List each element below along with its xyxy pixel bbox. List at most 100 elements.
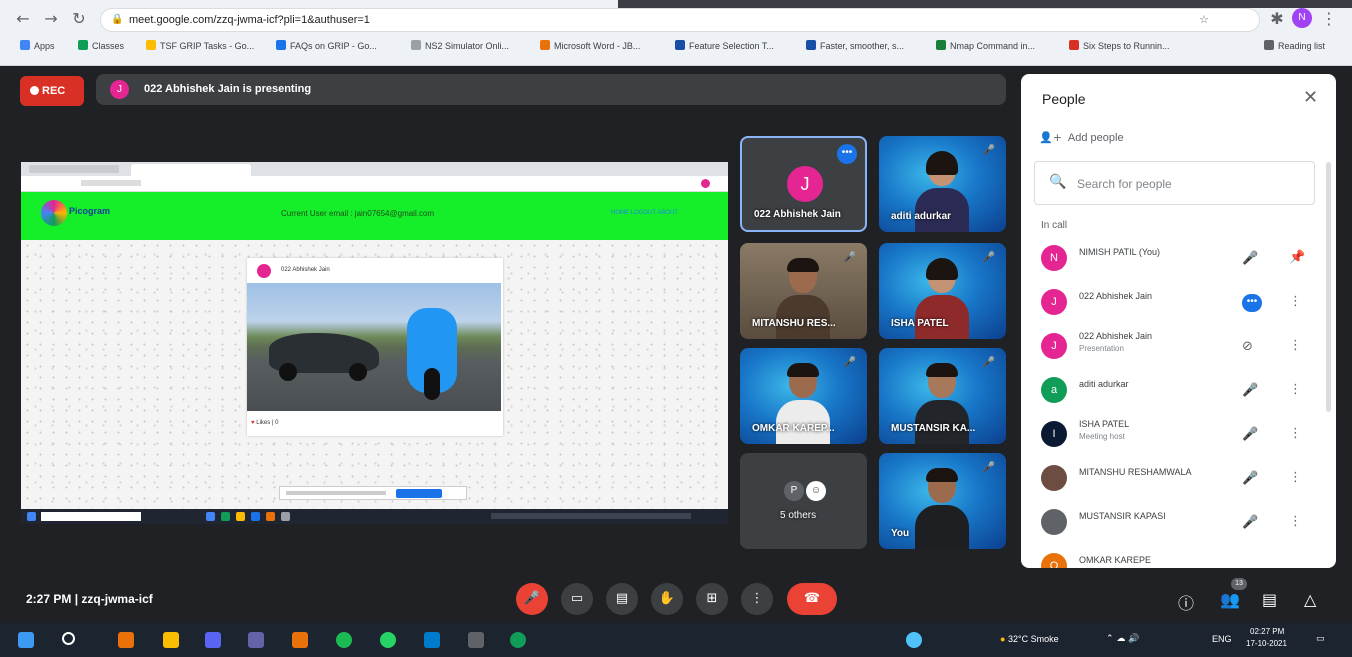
more-options-button[interactable]: ⋮ [741, 583, 773, 615]
whatsapp-icon[interactable] [380, 632, 396, 648]
bookmark-item[interactable]: TSF GRIP Tasks - Go... [146, 40, 254, 51]
mic-off-icon: 🎤 [982, 252, 996, 263]
vscode-icon[interactable] [424, 632, 440, 648]
notification-icon[interactable]: ▭ [1316, 634, 1325, 644]
list-item[interactable]: O OMKAR KAREPE [1021, 545, 1321, 568]
people-panel: People ✕ 👤+ Add people 🔍 Search for peopl… [1021, 74, 1336, 568]
file-explorer-icon[interactable] [163, 632, 179, 648]
raise-hand-button[interactable]: ✋ [651, 583, 683, 615]
person-name: MUSTANSIR KAPASI [1079, 511, 1166, 521]
profile-avatar[interactable]: N [1292, 8, 1312, 28]
list-item[interactable]: J 022 Abhishek Jain Presentation ⊘ ⋮ [1021, 325, 1321, 369]
back-icon[interactable]: ← [14, 10, 32, 28]
bookmark-item[interactable]: Feature Selection T... [675, 40, 774, 51]
tile-self[interactable]: 🎤 You [879, 453, 1006, 549]
activities-icon[interactable]: △ [1304, 590, 1316, 609]
avatar: N [1041, 245, 1067, 271]
tray-time[interactable]: 02:27 PM [1250, 627, 1284, 636]
mic-off-icon: 🎤 [982, 357, 996, 368]
tray-icons[interactable]: ⌃ ☁ 🔊 [1106, 634, 1139, 644]
people-icon[interactable]: 👥 [1220, 590, 1240, 609]
tray-date[interactable]: 17-10-2021 [1246, 639, 1287, 648]
scrollbar[interactable] [1326, 162, 1331, 412]
stop-sharing-button [396, 489, 442, 498]
leave-call-button[interactable]: ☎ [787, 583, 837, 615]
shared-screen: Picogram Current User email : jain07654@… [21, 162, 728, 524]
list-item[interactable]: MUSTANSIR KAPASI 🎤 ⋮ [1021, 501, 1321, 545]
tile-name: MUSTANSIR KA... [891, 423, 976, 434]
more-options-icon[interactable]: ⋮ [1289, 514, 1302, 529]
tray-app-icon[interactable] [906, 632, 922, 648]
forward-icon[interactable]: → [42, 10, 60, 28]
bookmark-item[interactable]: NS2 Simulator Onli... [411, 40, 509, 51]
more-options-icon[interactable]: ⋮ [1289, 382, 1302, 397]
pin-icon[interactable]: 📌 [1289, 250, 1305, 265]
weather-widget[interactable]: ● 32°C Smoke [1000, 634, 1059, 644]
mic-off-icon: 🎤 [982, 145, 996, 156]
present-button[interactable]: ⊞ [696, 583, 728, 615]
discord-icon[interactable] [205, 632, 221, 648]
tile-name: MITANSHU RES... [752, 318, 836, 329]
language-indicator[interactable]: ENG [1212, 634, 1232, 644]
star-icon[interactable]: ☆ [1199, 13, 1209, 26]
tile-participant[interactable]: 🎤 OMKAR KAREP... [740, 348, 867, 444]
search-icon[interactable] [62, 632, 75, 645]
shared-taskbar [21, 509, 728, 524]
chat-icon[interactable]: ▤ [1262, 590, 1277, 609]
shared-url-bar [21, 176, 728, 192]
close-icon[interactable]: ✕ [1303, 87, 1318, 108]
spotify-icon[interactable] [336, 632, 352, 648]
add-people-button[interactable]: 👤+ Add people [1039, 131, 1124, 144]
address-bar[interactable]: 🔒 meet.google.com/zzq-jwma-icf?pli=1&aut… [100, 8, 1260, 32]
bookmark-item[interactable]: FAQs on GRIP - Go... [276, 40, 377, 51]
reading-list[interactable]: Reading list [1264, 40, 1325, 51]
bookmark-item[interactable]: Classes [78, 40, 124, 51]
terminal-icon[interactable] [468, 632, 484, 648]
tile-presenter[interactable]: ••• J 022 Abhishek Jain [740, 136, 867, 232]
more-options-icon[interactable]: ⋮ [1289, 470, 1302, 485]
sublime-icon[interactable] [292, 632, 308, 648]
tile-participant[interactable]: 🎤 aditi adurkar [879, 136, 1006, 232]
chrome-app-icon[interactable] [118, 632, 134, 648]
bookmark-item[interactable]: Faster, smoother, s... [806, 40, 904, 51]
info-icon[interactable]: ⓘ [1178, 590, 1194, 614]
browser-menu-icon[interactable]: ⋮ [1320, 10, 1338, 28]
car-graphic [269, 333, 379, 381]
bookmark-item[interactable]: Six Steps to Runnin... [1069, 40, 1170, 51]
list-item[interactable]: a aditi adurkar 🎤 ⋮ [1021, 369, 1321, 413]
bookmark-item[interactable]: Microsoft Word - JB... [540, 40, 640, 51]
extensions-icon[interactable]: ✱ [1268, 10, 1286, 28]
more-options-icon[interactable]: ••• [837, 144, 857, 164]
teams-icon[interactable] [248, 632, 264, 648]
more-options-icon[interactable]: ⋮ [1289, 294, 1302, 309]
sharing-notice [279, 486, 467, 500]
mic-toggle-button[interactable]: 🎤 [516, 583, 548, 615]
list-item[interactable]: N NIMISH PATIL (You) 🎤 📌 [1021, 237, 1321, 281]
edge-icon[interactable] [510, 632, 526, 648]
mic-off-icon: 🎤 [1242, 251, 1259, 266]
more-options-icon[interactable]: ⋮ [1289, 338, 1302, 353]
windows-start-icon[interactable] [18, 632, 34, 648]
bookmark-item[interactable]: Apps [20, 40, 55, 51]
tile-name: aditi adurkar [891, 211, 952, 222]
search-people-input[interactable]: 🔍 Search for people [1034, 161, 1315, 205]
tile-others[interactable]: P ☺ 5 others [740, 453, 867, 549]
list-item[interactable]: MITANSHU RESHAMWALA 🎤 ⋮ [1021, 457, 1321, 501]
shared-browser-tabs [21, 162, 728, 176]
reload-icon[interactable]: ↻ [70, 10, 88, 28]
mic-off-icon: 🎤 [1242, 427, 1259, 442]
list-item[interactable]: J 022 Abhishek Jain ••• ⋮ [1021, 281, 1321, 325]
list-item[interactable]: I ISHA PATEL Meeting host 🎤 ⋮ [1021, 413, 1321, 457]
tile-participant[interactable]: 🎤 MITANSHU RES... [740, 243, 867, 339]
bookmark-item[interactable]: Nmap Command in... [936, 40, 1035, 51]
captions-button[interactable]: ▤ [606, 583, 638, 615]
camera-toggle-button[interactable]: ▭ [561, 583, 593, 615]
person-name: ISHA PATEL [1079, 419, 1130, 429]
tile-participant[interactable]: 🎤 MUSTANSIR KA... [879, 348, 1006, 444]
others-avatar-photo: ☺ [806, 481, 826, 501]
presentation-banner: J 022 Abhishek Jain is presenting [96, 74, 1006, 105]
tile-participant[interactable]: 🎤 ISHA PATEL [879, 243, 1006, 339]
tile-name: ISHA PATEL [891, 318, 949, 329]
more-options-icon[interactable]: ⋮ [1289, 426, 1302, 441]
others-avatar: P [784, 481, 804, 501]
